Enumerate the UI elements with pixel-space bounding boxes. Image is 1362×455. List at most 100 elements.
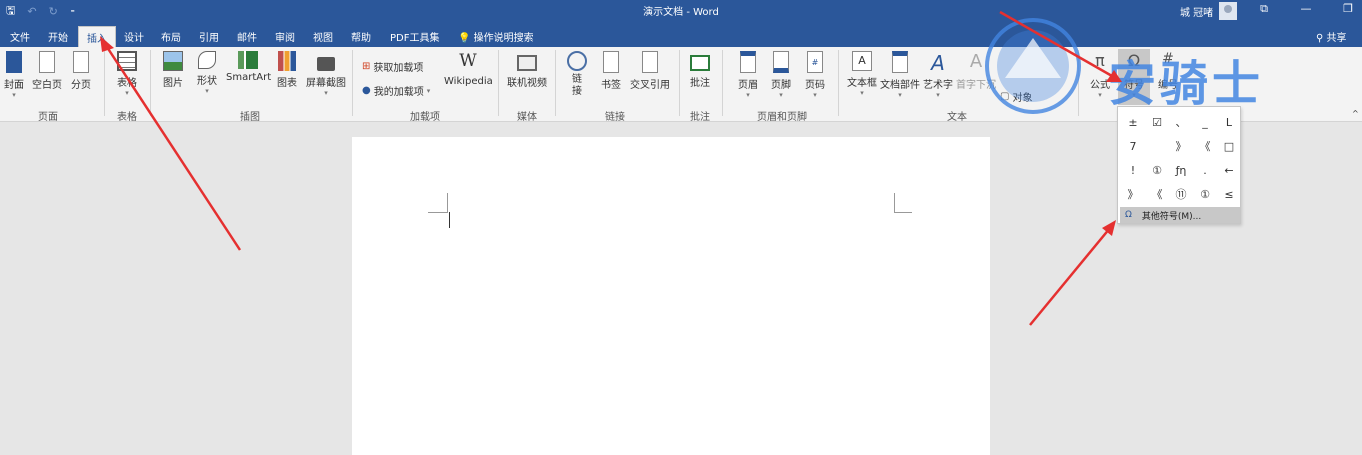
store-icon: ⊞ [362,61,371,72]
chevron-down-icon: ▾ [860,89,864,97]
drop-cap-button[interactable]: A 首字下沉 [956,51,996,91]
tab-view[interactable]: 视图 [305,26,341,47]
quick-parts-button[interactable]: 文档部件 ▾ [880,51,920,99]
group-separator [150,50,151,116]
chart-button[interactable]: 图表 [276,51,298,89]
bookmark-button[interactable]: 书签 [600,51,622,91]
symbol-cell[interactable]: ① [1145,158,1169,182]
avatar[interactable] [1219,2,1238,20]
more-symbols-label: 其他符号(M)... [1141,211,1202,222]
symbol-cell[interactable]: . [1193,158,1217,182]
smartart-button[interactable]: SmartArt [226,51,271,83]
ribbon-display-icon[interactable]: ⧉ [1258,2,1270,16]
symbol-cell[interactable] [1145,134,1169,158]
equation-label: 公式 [1090,80,1110,91]
page-number-label: 页码 [805,80,825,91]
symbol-cell[interactable]: 《 [1193,134,1217,158]
tab-help[interactable]: 帮助 [343,26,379,47]
wikipedia-icon: W [459,51,477,71]
online-video-button[interactable]: 联机视频 [506,51,548,89]
more-symbols-item[interactable]: Ω 其他符号(M)... [1120,207,1240,223]
chevron-down-icon: ▾ [205,87,209,95]
symbol-cell[interactable]: □ [1217,134,1241,158]
bookmark-icon [603,51,619,73]
wikipedia-button[interactable]: W Wikipedia [444,51,493,87]
user-account[interactable]: 城 冠啫 [1180,2,1238,20]
watermark-text: 安骑士 [1108,56,1265,112]
symbol-dropdown: ± ☑ 、 _ L 7 》 《 □ ! ① ƒη . ← 》 《 ⑪ ① ≤ Ω… [1117,106,1241,224]
group-separator [104,50,105,116]
chevron-down-icon: ▾ [746,91,750,99]
group-tables-label: 表格 [117,112,137,123]
group-illustrations-label: 插图 [240,112,260,123]
minimize-icon[interactable]: — [1300,2,1312,16]
symbol-cell[interactable]: ① [1193,182,1217,206]
symbol-cell[interactable]: 《 [1145,182,1169,206]
wordart-label: 艺术字 [923,80,953,91]
cross-reference-button[interactable]: 交叉引用 [629,51,671,91]
tab-design[interactable]: 设计 [116,26,152,47]
symbol-cell[interactable]: ! [1121,158,1145,182]
cover-page-button[interactable]: 封面 ▾ [3,51,25,99]
tab-pdf-tools[interactable]: PDF工具集 [382,26,447,47]
page-break-button[interactable]: 分页 [70,51,92,91]
document-page[interactable] [352,137,990,455]
textbox-icon: A [852,51,872,71]
header-button[interactable]: 页眉 ▾ [736,51,760,99]
chevron-down-icon: ▾ [813,91,817,99]
table-label: 表格 [117,78,137,89]
share-button[interactable]: ⚲ 共享 [1316,29,1347,44]
tab-review[interactable]: 审阅 [267,26,303,47]
tab-mailings[interactable]: 邮件 [229,26,265,47]
restore-icon[interactable]: ❐ [1342,2,1354,16]
tab-insert[interactable]: 插入 [78,26,116,47]
page-break-label: 分页 [71,80,91,91]
shapes-button[interactable]: 形状 ▾ [195,51,219,95]
symbol-cell[interactable]: ← [1217,158,1241,182]
crop-mark [428,212,448,213]
my-addins-button[interactable]: ● 我的加载项 ▾ [362,83,430,98]
pictures-button[interactable]: 图片 [161,51,185,89]
screenshot-label: 屏幕截图 [306,78,346,89]
symbol-cell[interactable]: ƒη [1169,158,1193,182]
tab-layout[interactable]: 布局 [153,26,189,47]
symbol-cell[interactable]: 7 [1121,134,1145,158]
get-addins-button[interactable]: ⊞ 获取加载项 [362,59,423,74]
link-button[interactable]: 链接 [566,51,588,98]
symbol-cell[interactable]: 》 [1169,134,1193,158]
addin-icon: ● [362,85,371,96]
chevron-up-icon: ^ [1352,109,1359,118]
comment-button[interactable]: 批注 [688,51,712,89]
table-button[interactable]: 表格 ▾ [116,51,138,97]
tab-references[interactable]: 引用 [191,26,227,47]
drop-cap-label: 首字下沉 [956,80,996,91]
chevron-down-icon: ▾ [426,86,431,95]
chevron-down-icon: ▾ [324,89,328,97]
page-number-button[interactable]: # 页码 ▾ [803,51,827,99]
collapse-ribbon-button[interactable]: ^ [1352,109,1359,118]
symbol-cell[interactable]: ≤ [1217,182,1241,206]
wordart-button[interactable]: A 艺术字 ▾ [922,51,954,99]
tell-me-search[interactable]: 💡 操作说明搜索 [458,29,534,44]
footer-button[interactable]: 页脚 ▾ [769,51,793,99]
tab-home[interactable]: 开始 [40,26,76,47]
group-text-label: 文本 [947,112,967,123]
share-label: 共享 [1326,33,1347,44]
group-separator [352,50,353,116]
object-icon: ▢ [1000,91,1010,102]
group-separator [498,50,499,116]
blank-page-button[interactable]: 空白页 [32,51,62,91]
symbol-cell[interactable]: ⑪ [1169,182,1193,206]
tab-file[interactable]: 文件 [2,26,38,47]
textbox-button[interactable]: A 文本框 ▾ [846,51,878,97]
symbol-cell[interactable]: 》 [1121,182,1145,206]
object-button[interactable]: ▢ 对象 [1000,89,1032,104]
screenshot-button[interactable]: 屏幕截图 ▾ [305,51,347,97]
drop-cap-icon: A [969,51,983,72]
video-icon [517,55,537,71]
window-controls: ⧉ — ❐ [1258,2,1354,16]
cover-page-label: 封面 [4,80,24,91]
comment-label: 批注 [690,78,710,89]
object-label: 对象 [1012,93,1033,104]
group-addins-label: 加载项 [410,112,440,123]
